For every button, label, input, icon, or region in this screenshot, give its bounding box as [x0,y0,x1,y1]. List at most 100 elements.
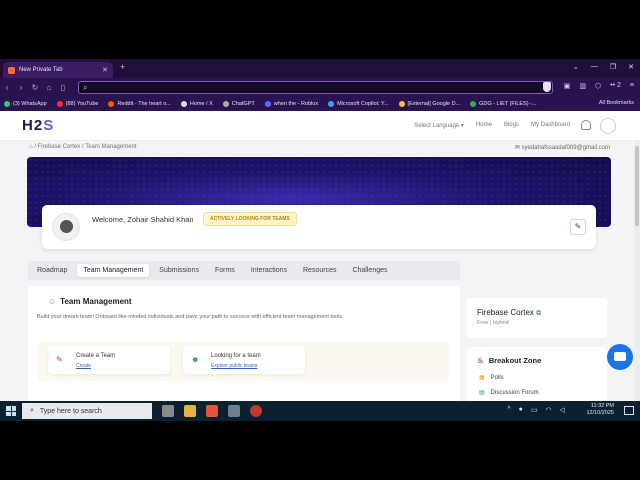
all-bookmarks-button[interactable]: All Bookmarks [599,100,634,106]
home-icon[interactable]: ⌂ [42,83,56,92]
notification-icon[interactable] [624,406,634,415]
bookmark-item[interactable]: (3) WhatsApp [4,101,47,107]
page-scrollbar[interactable] [634,141,640,401]
reload-icon[interactable]: ↻ [28,83,42,92]
bookmark-item[interactable]: GDG - LIET (FILES) -... [470,101,537,107]
network-icon[interactable]: ▭ [531,406,538,414]
event-info-card: Firebase Cortex ⧉ Free | Hybrid [467,298,607,338]
chevron-up-icon[interactable]: ^ [507,406,510,414]
profile-avatar[interactable] [52,213,80,241]
tab-roadmap[interactable]: Roadmap [31,264,73,277]
search-placeholder: Type here to search [39,407,102,415]
team-card-description: Build your dream team! Onboard like-mind… [37,314,344,320]
menu-icon[interactable]: ≡ [630,82,634,90]
extensions-badge[interactable]: •• 2 [610,82,621,90]
bell-icon[interactable] [581,120,591,130]
create-team-link[interactable]: Create [76,363,91,369]
wifi-icon[interactable]: ◠ [546,406,552,414]
bookmark-item[interactable]: Microsoft Copilot: Y... [328,101,389,107]
nav-dashboard[interactable]: My Dashboard [531,122,570,129]
chat-widget-button[interactable] [607,344,633,370]
sidebar-icon[interactable]: ▥ [579,82,586,90]
search-icon: ⌕ [30,407,34,414]
event-subtitle: Free | Hybrid [477,320,509,326]
tab-interactions[interactable]: Interactions [245,264,293,277]
h2s-logo[interactable]: H2S [22,117,54,134]
poll-icon: ▦ [479,375,485,381]
bookmark-favicon-icon [398,101,405,107]
browser-toolbar: ▣ ▥ ⬡ •• 2 ≡ [564,82,634,90]
bookmark-icon[interactable]: ▯ [56,83,70,92]
task-view-icon[interactable] [162,405,174,417]
bookmark-item[interactable]: (88) YouTube [56,101,98,107]
bookmark-favicon-icon [222,101,229,107]
logo-accent: S [43,117,55,134]
bookmark-label: (3) WhatsApp [13,101,47,107]
brave-browser-icon[interactable] [206,405,218,417]
tab-forms[interactable]: Forms [209,264,241,277]
breakout-item-forum[interactable]: ▤ Discussion Forum [479,389,539,397]
app-icon[interactable] [228,405,240,417]
restore-icon[interactable]: ❐ [610,63,616,71]
people-icon: ☻ [191,355,200,364]
email-text: syedahafssasdaf009@gmail.com [521,145,610,151]
close-window-icon[interactable]: ✕ [628,63,634,71]
browser-tab[interactable]: New Private Tab ✕ [3,62,113,78]
minimize-icon[interactable]: — [591,63,598,71]
tab-resources[interactable]: Resources [297,264,342,277]
breakout-item-polls[interactable]: ▦ Polls [479,374,504,382]
bookmark-label: Home / X [189,101,213,107]
nav-home[interactable]: Home [476,122,492,129]
window-controls: ⌄ — ❐ ✕ [573,63,634,71]
tab-title: New Private Tab [19,67,63,73]
brave-private-icon [8,66,15,74]
external-link-icon[interactable]: ⧉ [536,310,541,317]
back-icon[interactable]: ‹ [0,83,14,92]
mic-icon[interactable]: ● [519,406,523,414]
wallet-icon[interactable]: ▣ [564,82,571,90]
bookmark-favicon-icon [180,101,187,107]
user-email: ✉ syedahafssasdaf009@gmail.com [514,145,610,151]
volume-icon[interactable]: ◁ [560,406,565,414]
breakout-title: ♨ Breakout Zone [477,356,541,365]
event-title: Firebase Cortex ⧉ [477,308,541,318]
forward-icon[interactable]: › [14,83,28,92]
bookmark-item[interactable]: Home / X [180,101,213,107]
close-tab-icon[interactable]: ✕ [102,66,108,74]
create-team-card[interactable]: ✎ Create a Team Create [48,346,170,374]
find-team-card[interactable]: ☻ Looking for a team Explore public team… [183,346,305,374]
logo-text: H2 [22,117,44,134]
bookmark-item[interactable]: Reddit - The heart o... [108,101,171,107]
taskbar-clock[interactable]: 11:32 PM 12/10/2025 [586,403,614,417]
breakout-icon: ♨ [477,356,484,365]
bookmark-item[interactable]: ChatGPT [222,101,255,107]
nav-blogs[interactable]: Blogs [504,122,519,129]
explore-teams-link[interactable]: Explore public teams [211,363,257,369]
vpn-icon[interactable]: ⬡ [595,82,601,90]
chevron-down-icon[interactable]: ⌄ [573,63,579,71]
windows-start-icon[interactable] [6,406,16,416]
new-tab-icon[interactable]: + [120,62,125,72]
taskbar-apps [162,405,262,417]
bookmark-favicon-icon [4,101,10,107]
tab-challenges[interactable]: Challenges [346,264,393,277]
bookmark-item[interactable]: when the - Roblox [264,101,318,107]
brave-shield-icon[interactable] [543,82,551,92]
edit-profile-button[interactable]: ✎ [570,219,586,235]
taskbar-search-input[interactable]: ⌕ Type here to search [22,403,152,419]
bookmark-favicon-icon [328,101,335,107]
tab-submissions[interactable]: Submissions [153,264,205,277]
forum-icon: ▤ [479,390,485,396]
language-select[interactable]: Select Language ▾ [414,122,464,129]
recorder-icon[interactable] [250,405,262,417]
breakout-zone-card: ♨ Breakout Zone ▦ Polls ▤ Discussion For… [467,347,607,401]
user-avatar-icon[interactable] [600,118,616,134]
team-icon: ☺ [48,297,57,306]
file-explorer-icon[interactable] [184,405,196,417]
breadcrumb[interactable]: ⌂ / Firebase Cortex / Team Management [29,144,137,150]
url-input[interactable]: ⌕ [78,81,553,94]
polls-label: Polls [490,374,504,381]
bookmark-item[interactable]: [External] Google D... [398,101,460,107]
tab-team-management[interactable]: Team Management [77,264,150,277]
bookmark-label: Reddit - The heart o... [117,101,171,107]
